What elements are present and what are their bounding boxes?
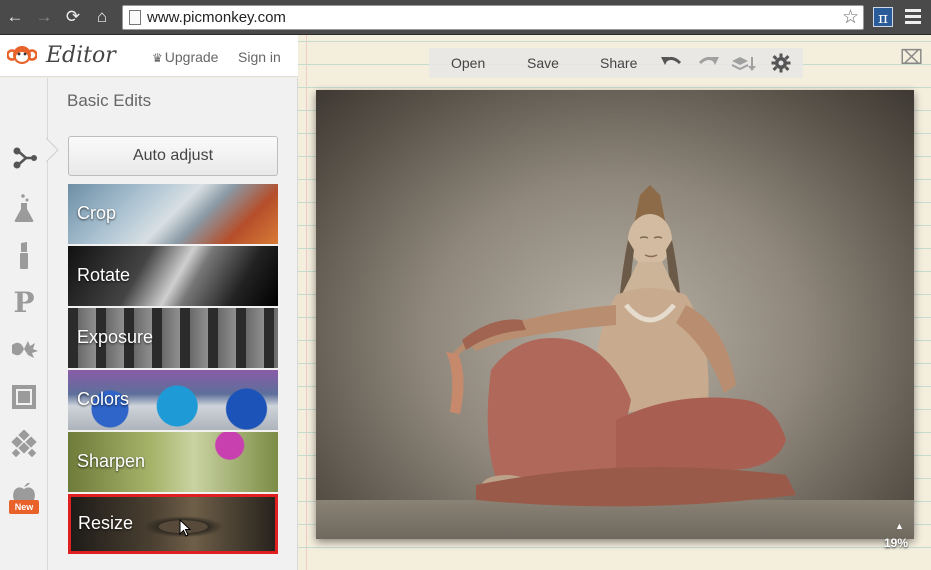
browser-toolbar: ← → ⟳ ⌂ www.picmonkey.com ☆ π — [0, 0, 931, 35]
active-tool-pointer — [46, 138, 59, 162]
upgrade-link[interactable]: ♛ Upgrade — [152, 49, 218, 65]
flask-icon — [14, 194, 34, 222]
edited-photo — [316, 90, 914, 539]
forward-button[interactable]: → — [33, 6, 55, 28]
undo-icon[interactable] — [661, 54, 683, 72]
mouse-cursor-icon — [179, 519, 191, 537]
arrow-left-icon: ← — [6, 7, 24, 26]
reload-button[interactable]: ⟳ — [62, 6, 84, 28]
app-header: Editor ♛ Upgrade Sign in — [0, 35, 298, 77]
back-button[interactable]: ← — [4, 6, 26, 28]
layers-icon[interactable] — [731, 55, 757, 73]
reload-icon: ⟳ — [65, 7, 81, 26]
address-bar[interactable]: www.picmonkey.com ☆ — [122, 5, 864, 30]
tool-textures[interactable] — [0, 423, 48, 467]
tool-strip: P New — [0, 78, 48, 570]
zoom-expand-icon[interactable]: ▲ — [895, 521, 904, 531]
editor-toolbar: Open Save Share — [429, 48, 803, 78]
statue-figure — [446, 185, 796, 507]
frame-icon — [12, 385, 36, 409]
new-badge: New — [9, 500, 39, 514]
zoom-level[interactable]: 19% — [884, 536, 908, 550]
share-button[interactable]: Share — [600, 55, 637, 71]
edit-item-label: Resize — [78, 513, 134, 533]
tool-text[interactable]: P — [0, 280, 48, 324]
edit-item-label: Crop — [77, 203, 117, 223]
arrow-right-icon: → — [35, 7, 53, 26]
redo-icon[interactable] — [697, 54, 719, 72]
menu-icon[interactable] — [905, 9, 921, 27]
upgrade-label: Upgrade — [164, 49, 219, 65]
edit-item-exposure[interactable]: Exposure — [68, 308, 278, 368]
text-p-icon: P — [13, 285, 35, 319]
home-icon: ⌂ — [96, 7, 108, 26]
texture-icon — [11, 430, 37, 458]
star-icon[interactable]: ☆ — [842, 6, 859, 29]
open-button[interactable]: Open — [451, 55, 485, 71]
gear-icon[interactable] — [771, 53, 791, 73]
close-icon[interactable]: ⌧ — [900, 45, 923, 70]
url-text: www.picmonkey.com — [147, 9, 286, 26]
edit-item-label: Rotate — [77, 265, 131, 285]
tool-effects[interactable] — [0, 186, 48, 230]
nodes-icon — [13, 147, 37, 169]
edit-item-label: Exposure — [77, 327, 154, 347]
app-logo-text: Editor — [46, 43, 116, 68]
save-button[interactable]: Save — [527, 55, 559, 71]
butterfly-icon — [12, 341, 38, 358]
edit-item-label: Sharpen — [77, 451, 146, 471]
lipstick-icon — [20, 242, 28, 269]
sidebar: P New Basic Edits Auto adjust Crop Rotat… — [0, 78, 298, 570]
tool-basic-edits[interactable] — [0, 136, 48, 180]
edit-item-crop[interactable]: Crop — [68, 184, 278, 244]
tool-touch-up[interactable] — [0, 234, 48, 278]
extension-icon[interactable]: π — [873, 7, 893, 27]
tool-overlays[interactable] — [0, 328, 48, 372]
tool-frames[interactable] — [0, 375, 48, 419]
edit-item-label: Colors — [77, 389, 130, 409]
home-button[interactable]: ⌂ — [91, 6, 113, 28]
edit-item-rotate[interactable]: Rotate — [68, 246, 278, 306]
monkey-logo-icon — [7, 46, 37, 64]
edit-item-sharpen[interactable]: Sharpen — [68, 432, 278, 492]
page-icon — [129, 10, 141, 25]
canvas-area: Open Save Share ⌧ ▲ 19% — [298, 35, 931, 570]
crown-icon: ♛ — [152, 51, 163, 65]
sign-in-link[interactable]: Sign in — [238, 49, 281, 65]
panel-title: Basic Edits — [67, 91, 152, 110]
edit-item-colors[interactable]: Colors — [68, 370, 278, 430]
edit-item-resize[interactable]: Resize — [68, 494, 278, 554]
auto-adjust-button[interactable]: Auto adjust — [68, 136, 278, 176]
